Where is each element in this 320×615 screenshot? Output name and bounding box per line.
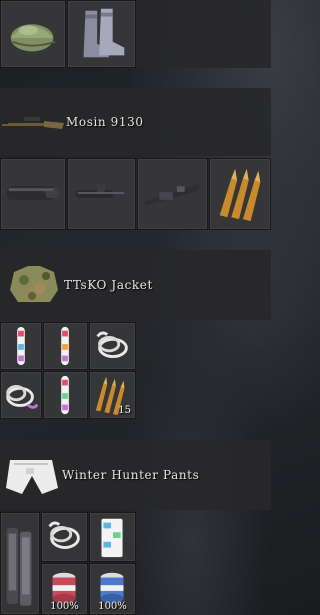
- pants-title: Winter Hunter Pants: [62, 468, 200, 482]
- chemlight-icon: [61, 375, 69, 415]
- jacket-item-5[interactable]: [43, 371, 88, 419]
- jacket-item-6[interactable]: 15: [89, 371, 136, 419]
- rifle-title: Mosin 9130: [66, 115, 144, 129]
- rope-icon: [6, 385, 39, 409]
- suppressor-slot[interactable]: [0, 158, 66, 230]
- suppressor-icon: [6, 186, 60, 200]
- quantity-badge: 100%: [98, 601, 127, 612]
- rifle-attachments-row: [0, 158, 271, 230]
- bayonet-icon: [143, 184, 201, 206]
- pants-item-4[interactable]: 100%: [41, 563, 88, 615]
- jacket-item-3[interactable]: [89, 322, 136, 370]
- medicine-box-icon: [101, 518, 123, 558]
- scope-icon: [75, 184, 129, 200]
- bayonet-slot[interactable]: [137, 158, 208, 230]
- jacket-item-2[interactable]: [43, 322, 88, 370]
- quantity-badge: 15: [118, 405, 131, 416]
- chemlight-icon: [61, 326, 69, 366]
- rifle-icon: [2, 117, 64, 129]
- chemlight-icon: [17, 326, 25, 366]
- rope-icon: [48, 521, 80, 549]
- pants-item-1[interactable]: [0, 512, 40, 615]
- boots-slot[interactable]: [67, 0, 136, 68]
- pants-item-5[interactable]: 100%: [89, 563, 136, 615]
- pants-item-3[interactable]: [89, 512, 136, 562]
- pants-item-2[interactable]: [41, 512, 88, 562]
- boots-icon: [83, 8, 125, 58]
- quantity-badge: 100%: [50, 601, 79, 612]
- ammo-slot[interactable]: [209, 158, 271, 230]
- scope-slot[interactable]: [67, 158, 136, 230]
- pants-header[interactable]: Winter Hunter Pants: [0, 440, 271, 510]
- camo-jacket-icon: [10, 266, 58, 302]
- pants-icon: [6, 460, 58, 494]
- rifle-header[interactable]: Mosin 9130: [0, 88, 271, 156]
- helmet-icon: [10, 24, 56, 52]
- headgear-row: [0, 0, 271, 68]
- jacket-item-1[interactable]: [0, 322, 42, 370]
- jacket-title: TTsKO Jacket: [64, 278, 153, 292]
- ammo-rounds-icon: [219, 168, 261, 222]
- helmet-slot[interactable]: [0, 0, 66, 68]
- jacket-header[interactable]: TTsKO Jacket: [0, 250, 271, 320]
- rope-icon: [96, 331, 128, 358]
- jacket-item-4[interactable]: [0, 371, 42, 419]
- magazine-stack-icon: [6, 527, 32, 606]
